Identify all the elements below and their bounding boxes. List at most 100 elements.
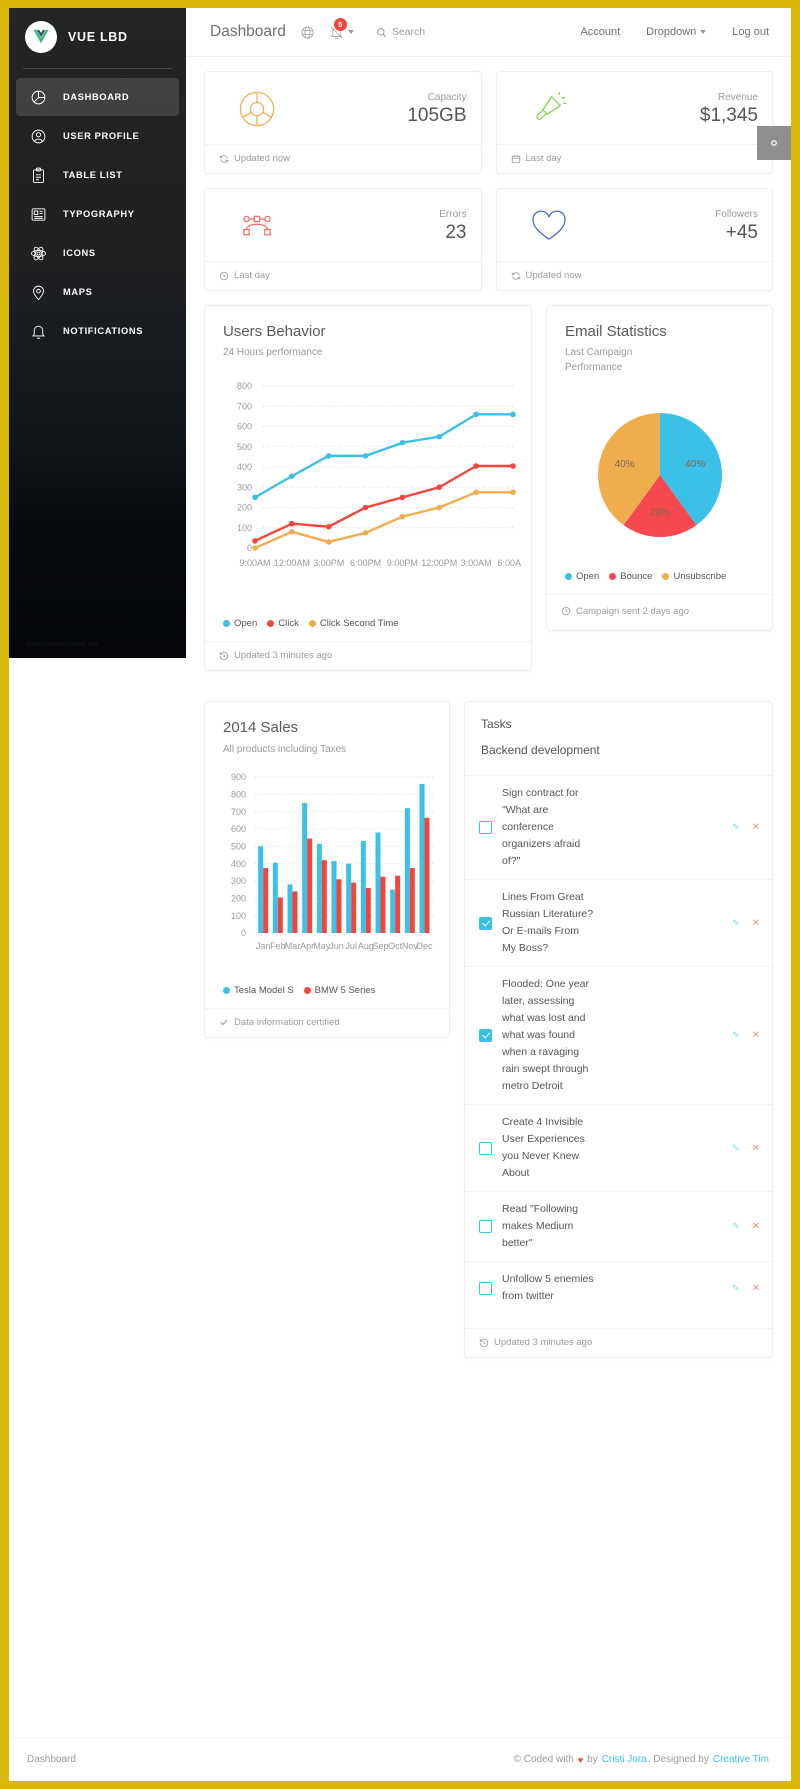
tasks-list: Sign contract for "What are conference o… [465, 775, 772, 1314]
stats-row-2: Errors 23 Last day Followers +45 Updated… [204, 188, 773, 305]
stat-value: 105GB [407, 104, 467, 126]
close-icon[interactable]: ✕ [752, 1030, 760, 1041]
edit-icon[interactable]: ✎ [732, 1030, 740, 1041]
chart-footer-text: Data information certified [234, 1016, 340, 1028]
legend-item-bounce: Bounce [609, 571, 652, 582]
svg-text:6:00PM: 6:00PM [350, 558, 381, 568]
charts-row: Users Behavior 24 Hours performance 800 7… [204, 305, 773, 685]
svg-text:800: 800 [231, 789, 246, 799]
legend-dot [303, 986, 311, 994]
footer-author-link[interactable]: Cristi Jora [602, 1754, 647, 1765]
close-icon[interactable]: ✕ [752, 822, 760, 833]
edit-icon[interactable]: ✎ [732, 1283, 740, 1294]
stat-footer-text: Last day [234, 270, 270, 281]
svg-text:3:00PM: 3:00PM [313, 558, 344, 568]
sidebar-item-notifications[interactable]: NOTIFICATIONS [16, 312, 179, 350]
legend-label: Unsubscribe [673, 571, 727, 583]
nav-link-account[interactable]: Account [580, 26, 620, 38]
heart-icon: ♥ [577, 1754, 584, 1765]
edit-icon[interactable]: ✎ [732, 918, 740, 929]
svg-text:Jun: Jun [329, 941, 344, 951]
svg-text:500: 500 [237, 442, 252, 452]
legend-item-open: Open [565, 571, 599, 582]
email-statistics-legend: Open Bounce Unsubscribe [547, 553, 772, 594]
notifications-button[interactable]: 5 [329, 17, 354, 40]
tasks-subtitle: Backend development [481, 743, 600, 758]
chart-title: Users Behavior [223, 323, 326, 340]
sidebar-item-maps[interactable]: MAPS [16, 273, 179, 311]
stat-label: Followers [715, 208, 758, 220]
chart-subtitle: 24 Hours performance [223, 347, 323, 359]
task-checkbox[interactable] [479, 916, 492, 930]
vector-nodes-icon [219, 205, 295, 247]
sidebar-item-dashboard[interactable]: DASHBOARD [16, 78, 179, 116]
footer-designer-link[interactable]: Creative Tim [713, 1754, 769, 1765]
users-behavior-card: Users Behavior 24 Hours performance 800 7… [204, 305, 532, 672]
nav-link-logout[interactable]: Log out [732, 26, 769, 38]
search-button[interactable]: Search [376, 26, 425, 38]
task-checkbox[interactable] [479, 821, 492, 835]
nav-link-dropdown[interactable]: Dropdown [646, 26, 707, 38]
bell-icon [27, 320, 49, 342]
svg-text:Aug: Aug [358, 941, 374, 951]
close-icon[interactable]: ✕ [752, 1221, 760, 1232]
task-text: Flooded: One year later, assessing what … [502, 978, 589, 1093]
svg-text:100: 100 [231, 910, 246, 920]
user-circle-icon [27, 125, 49, 147]
page-footer: Dashboard © Coded with ♥ by Cristi Jora … [9, 1737, 791, 1781]
footer-coded-with: © Coded with [513, 1754, 574, 1765]
close-icon[interactable]: ✕ [752, 918, 760, 929]
edit-icon[interactable]: ✎ [732, 1221, 740, 1232]
task-actions: ✎ ✕ [732, 1283, 760, 1294]
legend-label: Click [278, 618, 299, 630]
sidebar-item-typography[interactable]: TYPOGRAPHY [16, 195, 179, 233]
task-checkbox[interactable] [479, 1281, 492, 1295]
legend-dot [565, 573, 572, 581]
svg-text:200: 200 [237, 503, 252, 513]
edit-icon[interactable]: ✎ [732, 1143, 740, 1154]
task-checkbox[interactable] [479, 1220, 492, 1234]
svg-text:Feb: Feb [270, 941, 286, 951]
legend-item-click: Click [267, 618, 299, 629]
dashboard-content: Capacity 105GB Updated now Revenue $1,34… [186, 57, 791, 1372]
email-statistics-pie-chart: 40% 20% 40% [597, 413, 722, 538]
sidebar-divider [23, 68, 172, 69]
footer-left-label: Dashboard [27, 1754, 76, 1765]
stat-footer: Updated now [205, 144, 481, 173]
close-icon[interactable]: ✕ [752, 1283, 760, 1294]
brand-logo[interactable]: VUE LBD [9, 8, 186, 66]
bottom-row: 2014 Sales All products including Taxes … [204, 701, 773, 1372]
app-window: VUE LBD DASHBOARD USER PROFILE TABLE LIS… [9, 8, 791, 1781]
task-checkbox[interactable] [479, 1141, 492, 1155]
navbar-links: Account Dropdown Log out [580, 26, 769, 38]
svg-text:40%: 40% [614, 459, 634, 470]
svg-text:20%: 20% [649, 508, 669, 519]
svg-text:600: 600 [231, 824, 246, 834]
history-icon [479, 1338, 489, 1348]
task-row: Read "Following makes Medium better" ✎ ✕ [465, 1191, 772, 1261]
sidebar-item-table-list[interactable]: TABLE LIST [16, 156, 179, 194]
legend-label: Open [234, 618, 258, 630]
task-checkbox[interactable] [479, 1029, 492, 1043]
svg-text:900: 900 [231, 772, 246, 782]
sidebar-watermark: freepsdtemplates.net [27, 641, 99, 648]
sales-2014-bar-chart: 900 800 700 600 500 400 300 200 100 0 Jan Feb Mar Apr… [231, 772, 433, 951]
globe-icon[interactable] [300, 25, 315, 40]
sidebar-item-icons[interactable]: ICONS [16, 234, 179, 272]
pie-chart-icon [27, 86, 49, 108]
sidebar-item-label: NOTIFICATIONS [63, 326, 144, 336]
stat-card-errors: Errors 23 Last day [204, 188, 482, 291]
settings-gear-button[interactable] [757, 126, 791, 160]
task-row: Sign contract for "What are conference o… [465, 775, 772, 879]
tasks-footer-text: Updated 3 minutes ago [494, 1337, 593, 1349]
sidebar-item-label: USER PROFILE [63, 131, 140, 141]
sidebar-item-user-profile[interactable]: USER PROFILE [16, 117, 179, 155]
footer-designed: . Designed by [647, 1754, 709, 1765]
close-icon[interactable]: ✕ [752, 1143, 760, 1154]
donut-chart-icon [219, 88, 295, 130]
task-text: Create 4 Invisible User Experiences you … [502, 1116, 585, 1180]
svg-text:700: 700 [231, 806, 246, 816]
legend-label: Open [576, 571, 600, 583]
edit-icon[interactable]: ✎ [732, 822, 740, 833]
legend-dot [267, 620, 275, 628]
